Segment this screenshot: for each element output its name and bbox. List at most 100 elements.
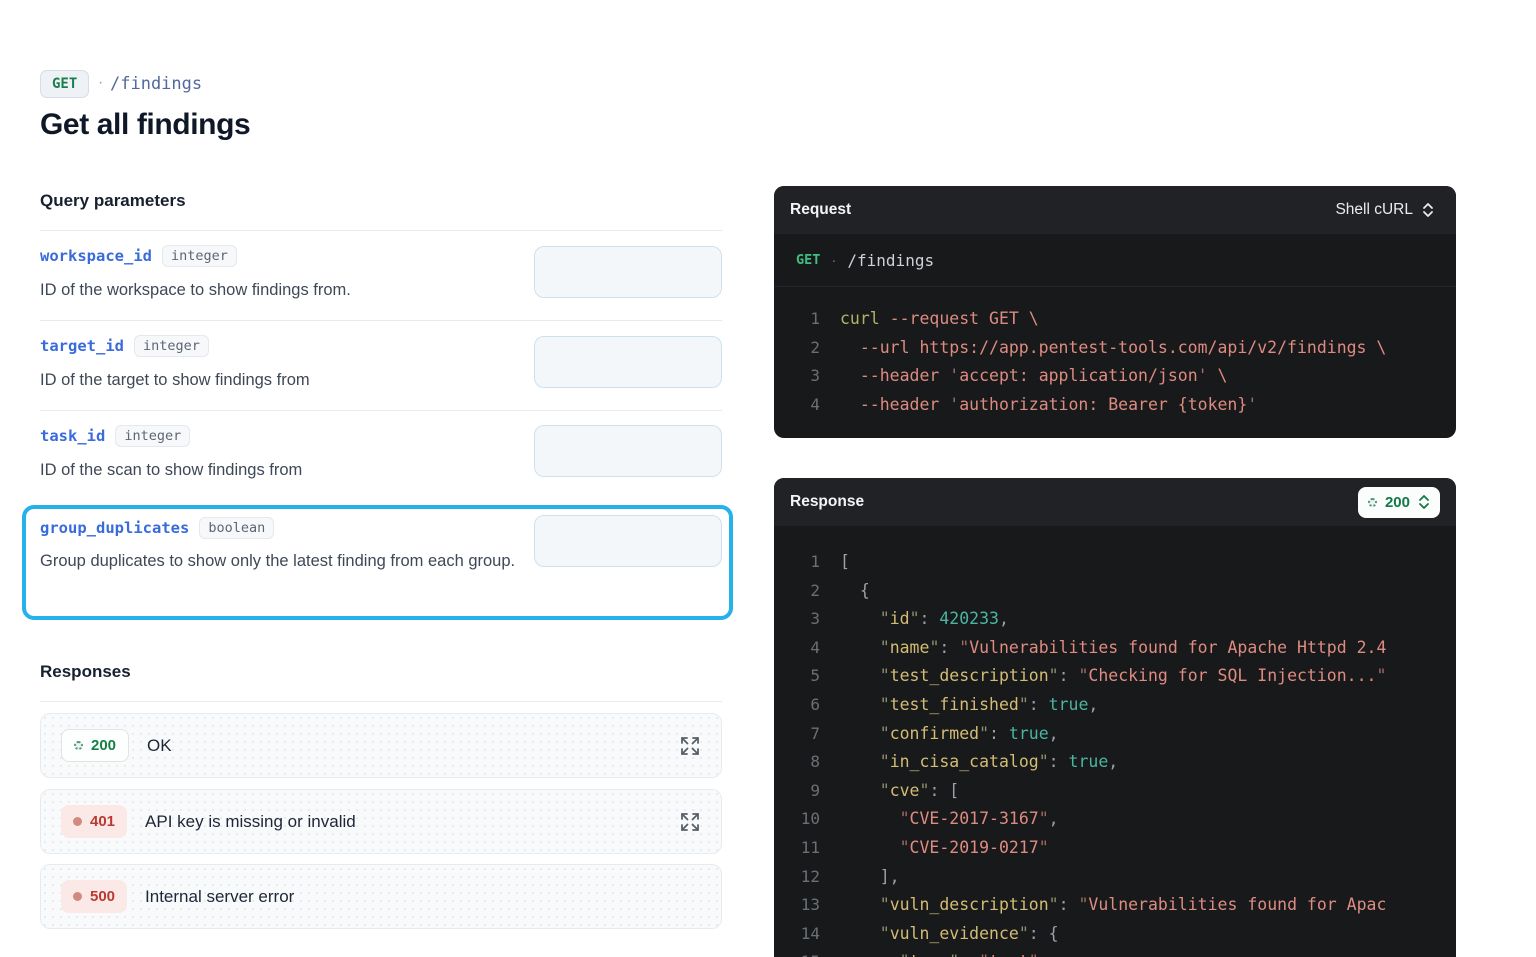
code-token: ": [900, 952, 910, 957]
code-token: authorization: Bearer {token}: [959, 394, 1248, 414]
code-line: 5 "test_description": "Checking for SQL …: [774, 662, 1456, 691]
expand-icon[interactable]: [679, 735, 701, 757]
code-text: "CVE-2019-0217": [840, 834, 1049, 863]
request-separator: ·: [831, 251, 837, 269]
code-token: ,: [1088, 694, 1099, 714]
code-token: name: [889, 637, 930, 657]
status-dot-icon: [73, 817, 82, 826]
code-token: Vulnerabilities found for Apache Httpd 2…: [969, 637, 1387, 657]
code-line: 3 --header 'accept: application/json' \: [774, 362, 1456, 391]
code-token: ,: [1048, 723, 1059, 743]
line-number: 4: [810, 637, 820, 657]
code-line: 15 "type": "text": [774, 948, 1456, 957]
code-token: ': [1247, 394, 1258, 414]
code-token: ": [1038, 837, 1049, 857]
code-line: 1[: [774, 548, 1456, 577]
code-token: ": [949, 952, 959, 957]
code-token: ": [979, 723, 990, 743]
chevron-updown-icon: [1419, 495, 1429, 509]
line-number: 2: [810, 337, 820, 357]
code-token: ": [879, 780, 890, 800]
code-text: --header 'authorization: Bearer {token}': [840, 391, 1257, 420]
code-token: ": [879, 923, 890, 943]
code-token: ": [879, 895, 890, 915]
group-duplicates-input[interactable]: [534, 515, 722, 567]
code-token: ": [909, 609, 920, 629]
status-dot-icon: [73, 892, 82, 901]
task-id-input[interactable]: [534, 425, 722, 477]
line-number: 5: [810, 666, 820, 686]
code-token: ": [1038, 752, 1049, 772]
param-row-task-id: task_id integer: [40, 425, 191, 447]
code-token: ": [979, 952, 989, 957]
code-token: ,: [1048, 809, 1059, 829]
param-description: ID of the workspace to show findings fro…: [40, 281, 351, 299]
code-token: test_description: [889, 666, 1049, 686]
code-line: 2 {: [774, 577, 1456, 606]
status-code: 401: [90, 813, 116, 830]
line-number: 13: [800, 895, 820, 915]
request-method: GET: [796, 252, 821, 268]
response-label: OK: [147, 735, 172, 755]
code-token: :: [1048, 752, 1069, 772]
param-name: workspace_id: [40, 247, 152, 265]
workspace-id-input[interactable]: [534, 246, 722, 298]
code-text: "vuln_evidence": {: [840, 920, 1059, 949]
line-number: 7: [810, 723, 820, 743]
response-status-selector[interactable]: 200: [1357, 486, 1440, 518]
code-token: in_cisa_catalog: [889, 752, 1039, 772]
line-number: 12: [800, 866, 820, 886]
response-code-block: 1[2 {3 "id": 420233, 4 "name": "Vulnerabi…: [774, 526, 1456, 957]
code-text: "in_cisa_catalog": true,: [840, 748, 1118, 777]
code-token: ": [879, 666, 890, 686]
expand-icon[interactable]: [679, 811, 701, 833]
language-selector-value: Shell cURL: [1335, 201, 1413, 218]
language-selector[interactable]: Shell cURL: [1329, 200, 1440, 220]
response-card-401[interactable]: 401 API key is missing or invalid: [40, 789, 722, 854]
code-token: :: [919, 609, 940, 629]
request-endpoint-row: GET · /findings: [774, 234, 1456, 287]
code-token: : [: [929, 780, 960, 800]
code-token: true: [1048, 694, 1089, 714]
api-reference-page: GET · /findings Get all findings Query p…: [0, 0, 1536, 957]
line-number: 10: [800, 809, 820, 829]
divider: [40, 410, 722, 411]
code-token: CVE-2019-0217: [909, 837, 1039, 857]
param-name: task_id: [40, 427, 106, 445]
code-token: ": [919, 780, 930, 800]
code-token: : {: [1028, 923, 1059, 943]
code-token: ': [949, 394, 960, 414]
response-status-value: 200: [1384, 493, 1410, 511]
target-id-input[interactable]: [534, 336, 722, 388]
code-token: ": [1078, 666, 1089, 686]
response-card-500[interactable]: 500 Internal server error: [40, 864, 722, 929]
code-line: 4 --header 'authorization: Bearer {token…: [774, 391, 1456, 420]
param-row-group-duplicates: group_duplicates boolean: [40, 517, 275, 539]
line-number: 14: [800, 923, 820, 943]
code-token: confirmed: [889, 723, 980, 743]
param-type-badge: integer: [134, 335, 209, 357]
page-title: Get all findings: [40, 108, 251, 141]
code-line: 1 curl --request GET \: [774, 305, 1456, 334]
status-badge: 401: [61, 805, 128, 838]
code-token: ": [879, 609, 890, 629]
status-badge: 500: [61, 880, 128, 913]
code-token: ": [959, 637, 970, 657]
query-parameters-heading: Query parameters: [40, 191, 186, 210]
divider: [40, 230, 722, 231]
code-token: ": [1048, 895, 1059, 915]
param-type-badge: boolean: [199, 517, 275, 539]
code-text: "type": "text": [840, 948, 1039, 957]
code-text: "test_description": "Checking for SQL In…: [840, 662, 1387, 691]
response-label: API key is missing or invalid: [145, 811, 356, 831]
response-card-200[interactable]: 200 OK: [40, 713, 722, 778]
code-line: 8 "in_cisa_catalog": true,: [774, 748, 1456, 777]
line-number: 3: [810, 366, 820, 386]
code-line: 9 "cve": [: [774, 777, 1456, 806]
breadcrumb-separator: ·: [98, 74, 104, 91]
